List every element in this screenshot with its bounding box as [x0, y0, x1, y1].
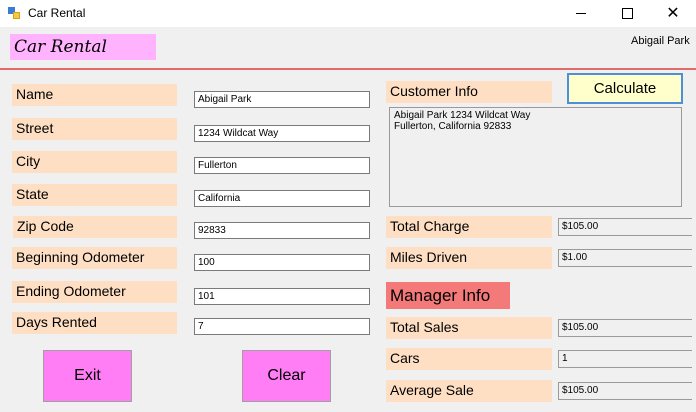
app-form-icon	[8, 7, 20, 19]
ending-odometer-label: Ending Odometer	[12, 281, 177, 303]
customer-info-line1: Abigail Park 1234 Wildcat Way	[394, 110, 531, 121]
customer-info-line2: Fullerton, California 92833	[394, 121, 512, 132]
days-rented-label: Days Rented	[12, 312, 177, 334]
street-label: Street	[12, 118, 177, 140]
state-label: State	[12, 184, 177, 206]
state-input[interactable]: California	[194, 190, 370, 207]
minimize-button[interactable]	[558, 0, 604, 27]
clear-button[interactable]: Clear	[242, 350, 331, 402]
miles-driven-label: Miles Driven	[386, 247, 552, 269]
maximize-button[interactable]	[604, 0, 650, 27]
name-label: Name	[12, 84, 177, 106]
total-charge-label: Total Charge	[386, 216, 552, 238]
manager-info-label: Manager Info	[386, 282, 510, 309]
name-input[interactable]: Abigail Park	[194, 91, 370, 108]
beginning-odometer-input[interactable]: 100	[194, 254, 370, 271]
ending-odometer-input[interactable]: 101	[194, 288, 370, 305]
zip-code-input[interactable]: 92833	[194, 222, 370, 239]
total-charge-output: $105.00	[558, 218, 692, 236]
average-sale-label: Average Sale	[386, 380, 552, 402]
app-header-label: Car Rental	[10, 34, 156, 60]
street-input[interactable]: 1234 Wildcat Way	[194, 125, 370, 142]
header-divider	[0, 68, 696, 70]
city-label: City	[12, 151, 177, 173]
total-sales-output: $105.00	[558, 319, 692, 337]
cars-output: 1	[558, 350, 692, 368]
exit-button[interactable]: Exit	[43, 350, 132, 402]
zip-code-label: Zip Code	[13, 216, 177, 238]
window-title: Car Rental	[28, 6, 86, 20]
calculate-button[interactable]: Calculate	[567, 73, 683, 104]
customer-info-box: Abigail Park 1234 Wildcat Way Fullerton,…	[389, 107, 682, 207]
minimize-icon	[576, 13, 586, 14]
beginning-odometer-label: Beginning Odometer	[12, 247, 177, 269]
close-icon: ✕	[666, 4, 680, 22]
title-bar[interactable]: Car Rental ✕	[0, 0, 696, 27]
total-sales-label: Total Sales	[386, 317, 552, 339]
miles-driven-output: $1.00	[558, 249, 692, 267]
average-sale-output: $105.00	[558, 382, 692, 400]
customer-info-label: Customer Info	[386, 81, 552, 103]
user-name-label: Abigail Park	[631, 35, 690, 47]
maximize-icon	[621, 8, 633, 19]
cars-label: Cars	[386, 348, 552, 370]
close-button[interactable]: ✕	[650, 0, 696, 27]
city-input[interactable]: Fullerton	[194, 157, 370, 174]
days-rented-input[interactable]: 7	[194, 318, 370, 335]
